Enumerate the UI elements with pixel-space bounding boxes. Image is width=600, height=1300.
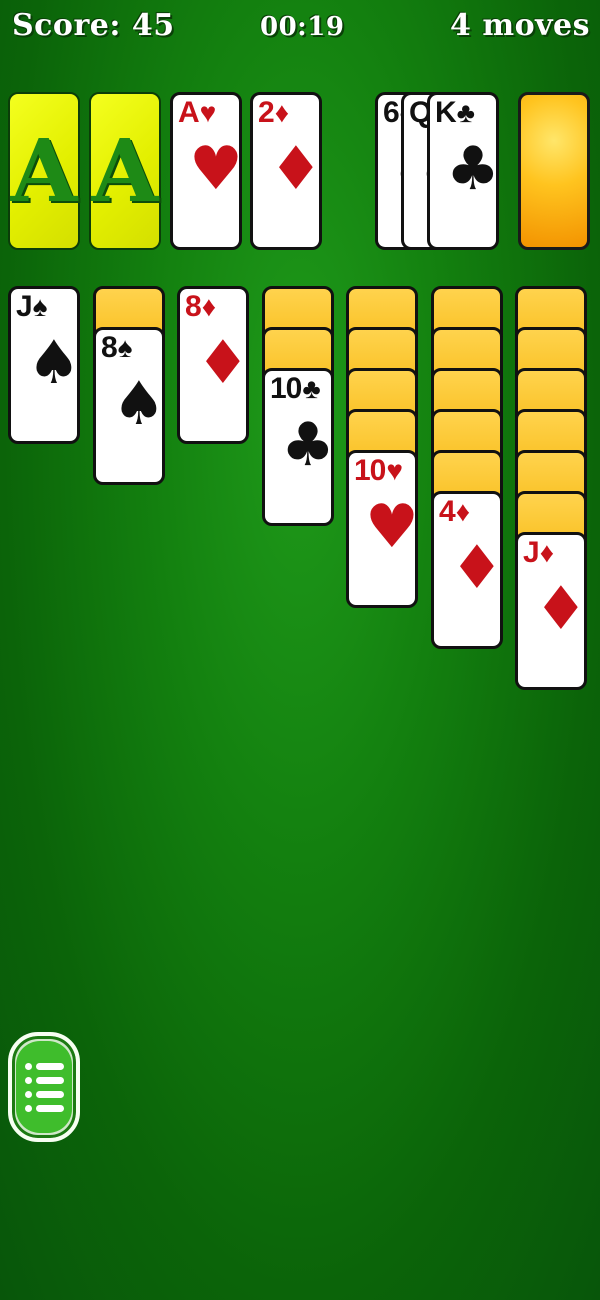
tableau-2-top-card[interactable]: 8♠ ♠: [93, 327, 165, 485]
card-suit-icon: ♣: [302, 373, 320, 404]
stock-pile[interactable]: [518, 92, 590, 250]
score-label: Score: 45: [12, 8, 175, 43]
card-suit-icon: ♠: [32, 291, 48, 322]
tableau-4-top-card[interactable]: 10♣ ♣: [262, 368, 334, 526]
card-center-suit-icon: ♠: [112, 369, 165, 439]
card-center-suit-icon: ♣: [446, 134, 499, 204]
foundation-slot-2[interactable]: A: [89, 92, 161, 250]
card-center-suit-icon: ♠: [27, 328, 80, 398]
card-suit-icon: ♦: [455, 496, 470, 527]
tableau-7-top-card[interactable]: J♦ ♦: [515, 532, 587, 690]
waste-card-3[interactable]: K♣ ♣: [427, 92, 499, 250]
foundation-slot-1[interactable]: A: [8, 92, 80, 250]
tableau-6-top-card[interactable]: 4♦ ♦: [431, 491, 503, 649]
foundation-card-4[interactable]: 2♦ ♦: [250, 92, 322, 250]
tableau-5-top-card[interactable]: 10♥ ♥: [346, 450, 418, 608]
card-rank: 10♥: [354, 454, 403, 487]
tableau-3-top-card[interactable]: 8♦ ♦: [177, 286, 249, 444]
menu-list-icon: [16, 1041, 72, 1133]
card-rank: 4♦: [439, 495, 470, 528]
card-center-suit-icon: ♣: [281, 410, 334, 480]
card-rank: 10♣: [270, 372, 321, 405]
menu-button[interactable]: [8, 1032, 80, 1142]
card-rank: J♦: [523, 536, 554, 569]
card-center-suit-icon: ♥: [189, 134, 242, 204]
moves-label: 4 moves: [450, 8, 590, 43]
tableau-1-top-card[interactable]: J♠ ♠: [8, 286, 80, 444]
foundation-ace-placeholder: A: [91, 120, 159, 222]
card-suit-icon: ♥: [199, 97, 217, 128]
card-suit-icon: ♣: [456, 97, 475, 128]
card-suit-icon: ♦: [539, 537, 554, 568]
card-suit-icon: ♦: [201, 291, 216, 322]
card-suit-icon: ♠: [117, 332, 133, 363]
foundation-ace-placeholder: A: [10, 120, 78, 222]
card-suit-icon: ♥: [386, 455, 403, 486]
card-rank: 2♦: [258, 96, 289, 129]
card-rank: A♥: [178, 96, 217, 129]
card-center-suit-icon: ♦: [450, 533, 503, 603]
card-rank: J♠: [16, 290, 48, 323]
foundation-card-3[interactable]: A♥ ♥: [170, 92, 242, 250]
card-rank: 8♠: [101, 331, 133, 364]
card-center-suit-icon: ♦: [534, 574, 587, 644]
card-center-suit-icon: ♦: [269, 134, 322, 204]
card-suit-icon: ♦: [274, 97, 289, 128]
card-center-suit-icon: ♦: [196, 328, 249, 398]
card-rank: K♣: [435, 96, 475, 129]
card-rank: 8♦: [185, 290, 216, 323]
timer-label: 00:19: [260, 12, 345, 42]
card-center-suit-icon: ♥: [365, 492, 418, 562]
